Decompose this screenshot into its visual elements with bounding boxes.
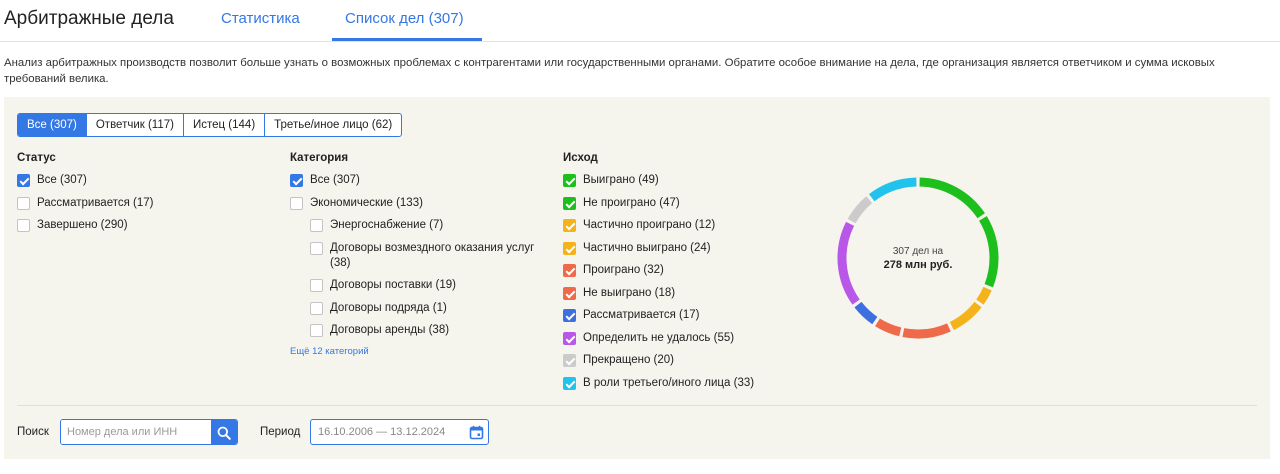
category-option-label: Договоры подряда (1) (330, 301, 447, 314)
outcome-option[interactable]: Не проиграно (47) (563, 196, 823, 211)
tab-statistics[interactable]: Статистика (221, 10, 300, 27)
status-checkbox[interactable] (17, 219, 30, 232)
status-checkbox[interactable] (17, 174, 30, 187)
outcome-option[interactable]: Прекращено (20) (563, 353, 823, 368)
description-text: Анализ арбитражных производств позволит … (4, 57, 1215, 85)
outcome-option[interactable]: Частично проиграно (12) (563, 218, 823, 233)
calendar-button[interactable] (464, 425, 488, 440)
status-filter: Статус Все (307) Рассматривается (17) Заве… (17, 152, 257, 241)
category-checkbox[interactable] (290, 196, 303, 210)
outcome-option-label: В роли третьего/иного лица (33) (583, 376, 755, 389)
outcome-option[interactable]: В роли третьего/иного лица (33) (563, 376, 823, 391)
outcome-option-label: Не проиграно (47) (583, 196, 680, 209)
role-tab-plaintiff[interactable]: Истец (144) (184, 114, 266, 136)
search-icon (217, 426, 231, 440)
status-option[interactable]: Рассматривается (17) (17, 196, 257, 211)
category-option[interactable]: Договоры возмездного оказания услуг (38) (310, 241, 540, 271)
donut-center-label: 307 дел на 278 млн руб. (832, 172, 1004, 344)
status-option[interactable]: Все (307) (17, 173, 257, 188)
filter-divider (17, 405, 1257, 406)
outcome-option-label: Определить не удалось (55) (583, 331, 735, 344)
outcome-checkbox[interactable] (563, 241, 576, 255)
outcome-checkbox[interactable] (563, 309, 576, 322)
category-checkbox[interactable] (290, 174, 303, 187)
role-filter-tabs: Все (307) Ответчик (117) Истец (144) Тре… (17, 113, 403, 137)
search-button[interactable] (211, 420, 237, 444)
more-categories-link[interactable]: Ещё 12 категорий (290, 346, 540, 357)
outcome-option[interactable]: Не выиграно (18) (563, 286, 823, 301)
tab-case-list[interactable]: Список дел (307) (345, 10, 464, 27)
period-value: 16.10.2006 — 13.12.2024 (318, 426, 446, 438)
category-filter: Категория Все (307) Экономические (133) Эн… (290, 152, 540, 357)
status-list: Все (307) Рассматривается (17) Завершено (… (17, 173, 257, 233)
outcome-checkbox[interactable] (563, 196, 576, 210)
outcome-checkbox[interactable] (563, 219, 576, 232)
header-divider (0, 41, 1280, 42)
page-header: Арбитражные дела Статистика Список дел (… (0, 0, 1280, 42)
status-option-label: Все (307) (37, 174, 87, 186)
outcome-checkbox[interactable] (563, 286, 576, 300)
category-heading: Категория (290, 152, 349, 164)
category-option-label: Договоры аренды (38) (330, 324, 450, 336)
search-label: Поиск (17, 426, 49, 438)
outcome-option[interactable]: Проиграно (32) (563, 263, 823, 278)
status-option-label: Завершено (290) (37, 219, 128, 231)
status-option[interactable]: Завершено (290) (17, 218, 257, 233)
category-list: Все (307) Экономические (133) Энергоснабже… (290, 173, 540, 338)
outcome-checkbox[interactable] (563, 376, 576, 390)
category-option-label: Энергоснабжение (7) (330, 219, 444, 231)
outcome-option-label: Прекращено (20) (583, 354, 675, 366)
category-option[interactable]: Договоры поставки (19) (310, 278, 540, 293)
search-input[interactable] (61, 420, 211, 444)
outcome-checkbox[interactable] (563, 331, 576, 345)
search-box (60, 419, 238, 445)
outcome-option-label: Частично выиграно (24) (583, 241, 711, 254)
category-checkbox[interactable] (310, 301, 323, 315)
outcome-checkbox[interactable] (563, 354, 576, 367)
category-option[interactable]: Экономические (133) (290, 196, 540, 211)
category-option[interactable]: Договоры подряда (1) (310, 301, 540, 316)
role-tab-all[interactable]: Все (307) (18, 114, 87, 136)
category-option[interactable]: Энергоснабжение (7) (310, 218, 540, 233)
outcome-option[interactable]: Определить не удалось (55) (563, 331, 823, 346)
period-label: Период (260, 426, 301, 438)
category-checkbox[interactable] (310, 324, 323, 337)
filter-panel: Все (307) Ответчик (117) Истец (144) Тре… (4, 97, 1270, 459)
category-checkbox[interactable] (310, 219, 323, 232)
status-option-label: Рассматривается (17) (37, 196, 154, 209)
role-tab-defendant[interactable]: Ответчик (117) (87, 114, 184, 136)
donut-cases-count: 307 дел на (892, 245, 944, 257)
role-tab-third-party[interactable]: Третье/иное лицо (62) (265, 114, 401, 136)
status-heading: Статус (17, 152, 56, 164)
outcome-option[interactable]: Частично выиграно (24) (563, 241, 823, 256)
category-option-label: Экономические (133) (310, 196, 423, 209)
page-title: Арбитражные дела (4, 8, 174, 29)
category-option[interactable]: Все (307) (290, 173, 540, 188)
outcome-checkbox[interactable] (563, 264, 576, 277)
category-option-label: Все (307) (310, 174, 360, 186)
outcome-heading: Исход (563, 152, 598, 164)
category-option-label: Договоры поставки (19) (330, 279, 457, 291)
outcome-checkbox[interactable] (563, 174, 576, 187)
outcome-option[interactable]: Выиграно (49) (563, 173, 823, 188)
outcome-option[interactable]: Рассматривается (17) (563, 308, 823, 323)
outcome-option-label: Не выиграно (18) (583, 286, 676, 299)
category-checkbox[interactable] (310, 241, 323, 255)
period-field[interactable]: 16.10.2006 — 13.12.2024 (310, 419, 489, 445)
category-option-label: Договоры возмездного оказания услуг (38) (330, 241, 535, 269)
calendar-icon (469, 425, 483, 439)
status-checkbox[interactable] (17, 196, 30, 210)
category-checkbox[interactable] (310, 279, 323, 292)
outcome-option-label: Рассматривается (17) (583, 309, 700, 321)
donut-total-sum: 278 млн руб. (883, 258, 953, 271)
outcome-option-label: Выиграно (49) (583, 174, 659, 186)
outcome-list: Выиграно (49) Не проиграно (47) Частично п… (563, 173, 823, 391)
outcome-option-label: Проиграно (32) (583, 264, 664, 276)
outcome-option-label: Частично проиграно (12) (583, 219, 716, 231)
outcome-filter: Исход Выиграно (49) Не проиграно (47) Част… (563, 152, 823, 398)
category-option[interactable]: Договоры аренды (38) (310, 323, 540, 338)
